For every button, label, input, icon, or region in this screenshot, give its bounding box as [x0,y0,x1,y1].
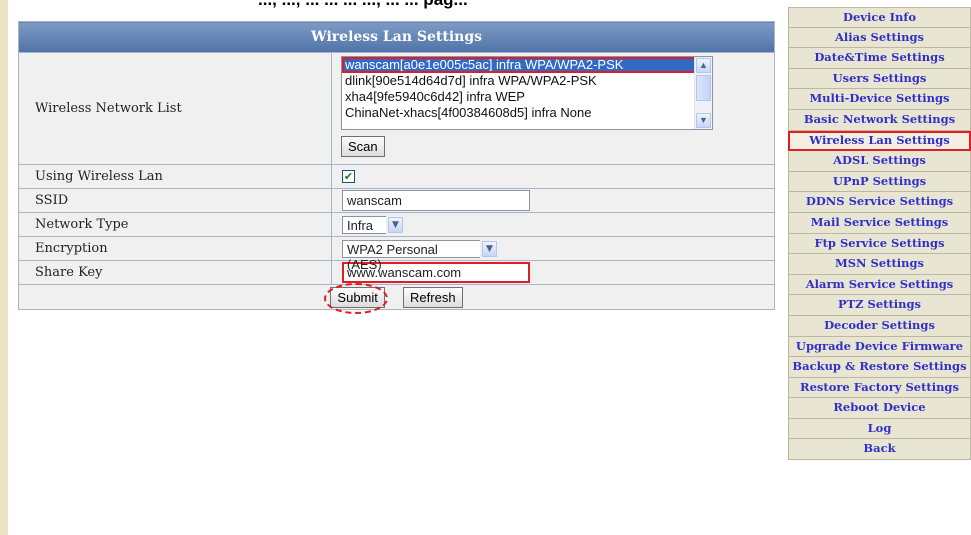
menu-item-ddns-service-settings[interactable]: DDNS Service Settings [788,192,971,213]
share-key-label: Share Key [18,260,332,285]
menu-item-basic-network-settings[interactable]: Basic Network Settings [788,109,971,131]
using-wireless-label: Using Wireless Lan [18,164,332,189]
network-type-select[interactable]: Infra ▼ [342,215,403,234]
scroll-down-icon[interactable]: ▼ [696,113,711,128]
menu-item-decoder-settings[interactable]: Decoder Settings [788,315,971,337]
network-list-item[interactable]: xha4[9fe5940c6d42] infra WEP [342,89,712,105]
submit-button[interactable]: Submit [330,286,385,308]
settings-menu: Device Info Alias Settings Date&Time Setti… [788,7,971,461]
menu-item-device-info[interactable]: Device Info [788,7,971,28]
menu-item-users-settings[interactable]: Users Settings [788,68,971,90]
menu-item-backup-restore-settings[interactable]: Backup & Restore Settings [788,357,971,378]
network-list-label: Wireless Network List [18,52,332,165]
network-list-item[interactable]: wanscam[a0e1e005c5ac] infra WPA/WPA2-PSK [342,57,712,73]
menu-item-adsl-settings[interactable]: ADSL Settings [788,151,971,172]
encryption-value: WPA2 Personal (AES) [342,239,480,272]
menu-item-alarm-service-settings[interactable]: Alarm Service Settings [788,274,971,296]
menu-item-wireless-lan-settings[interactable]: Wireless Lan Settings [788,130,971,152]
menu-item-upgrade-device-firmware[interactable]: Upgrade Device Firmware [788,336,971,358]
wireless-network-list[interactable]: wanscam[a0e1e005c5ac] infra WPA/WPA2-PSK… [341,56,713,130]
chevron-down-icon[interactable]: ▼ [388,216,403,233]
menu-item-date-time-settings[interactable]: Date&Time Settings [788,48,971,69]
menu-item-mail-service-settings[interactable]: Mail Service Settings [788,212,971,234]
menu-item-multi-device-settings[interactable]: Multi-Device Settings [788,89,971,110]
network-list-scrollbar[interactable]: ▲ ▼ [694,57,712,129]
encryption-label: Encryption [18,236,332,261]
using-wireless-checkbox[interactable]: ✔ [342,170,355,183]
menu-item-reboot-device[interactable]: Reboot Device [788,398,971,419]
scroll-up-icon[interactable]: ▲ [696,58,711,73]
share-key-input[interactable]: www.wanscam.com [342,262,530,283]
menu-item-alias-settings[interactable]: Alias Settings [788,27,971,49]
chevron-down-icon[interactable]: ▼ [482,240,497,257]
menu-item-upnp-settings[interactable]: UPnP Settings [788,171,971,193]
menu-item-back[interactable]: Back [788,439,971,461]
menu-item-log[interactable]: Log [788,418,971,440]
network-type-value: Infra [342,215,386,234]
scan-button[interactable]: Scan [341,136,385,157]
page-top-text-fragment: ..., ..., ... ... ... ..., ... ... pag..… [258,0,468,8]
network-type-label: Network Type [18,212,332,237]
menu-item-ptz-settings[interactable]: PTZ Settings [788,295,971,316]
refresh-button[interactable]: Refresh [403,286,463,308]
encryption-select[interactable]: WPA2 Personal (AES)▼ [342,239,497,272]
ssid-input[interactable]: wanscam [342,190,530,211]
menu-item-restore-factory-settings[interactable]: Restore Factory Settings [788,377,971,399]
menu-item-ftp-service-settings[interactable]: Ftp Service Settings [788,233,971,255]
left-border-strip [0,0,8,535]
scroll-thumb[interactable] [696,75,711,101]
network-list-item[interactable]: dlink[90e514d64d7d] infra WPA/WPA2-PSK [342,73,712,89]
wireless-settings-panel: Wireless Lan Settings Wireless Network L… [18,21,775,314]
panel-title: Wireless Lan Settings [18,21,775,53]
network-list-item[interactable]: ChinaNet-xhacs[4f00384608d5] infra None [342,105,712,121]
ssid-label: SSID [18,188,332,213]
menu-item-msn-settings[interactable]: MSN Settings [788,254,971,275]
